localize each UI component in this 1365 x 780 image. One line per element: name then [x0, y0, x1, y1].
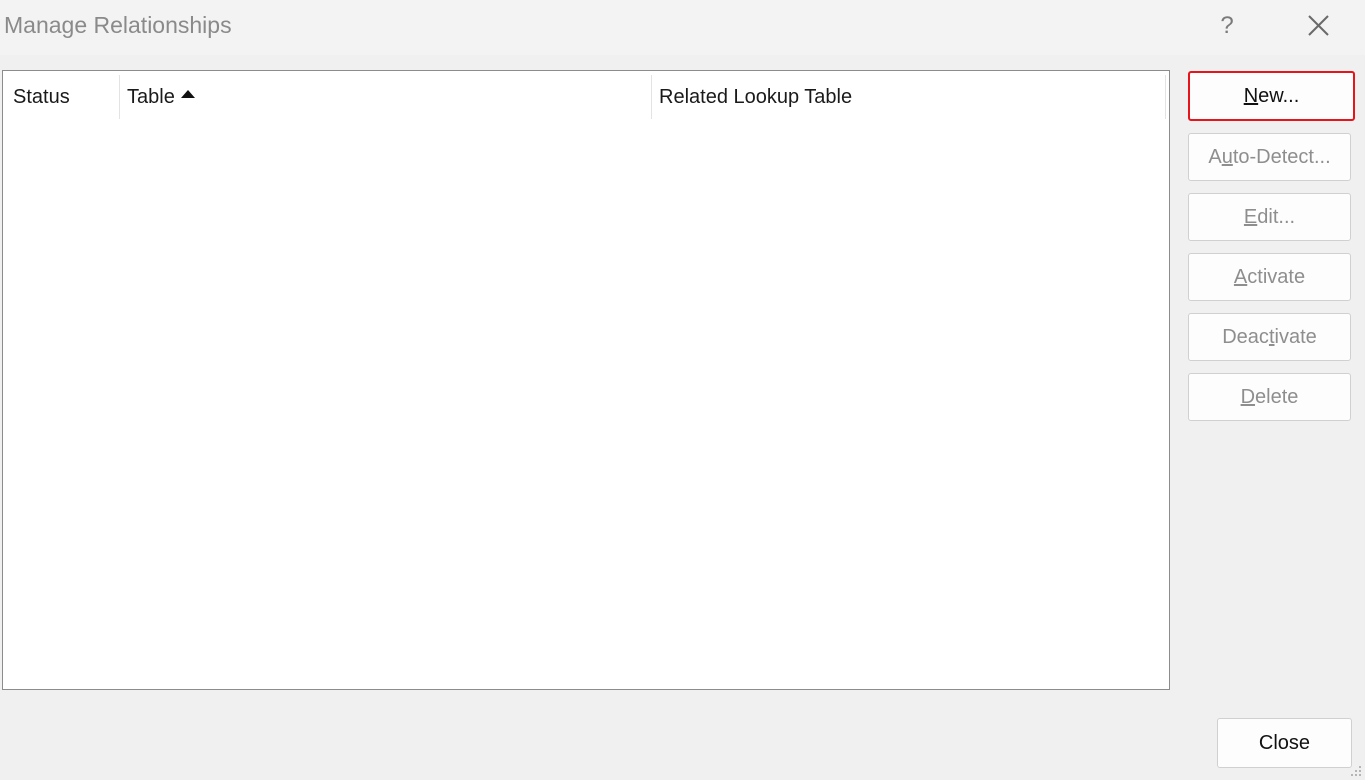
- new-button-mnemonic: N: [1243, 85, 1259, 107]
- manage-relationships-dialog: Manage Relationships ? Status Table Rela…: [0, 0, 1365, 780]
- delete-button-mnemonic: D: [1240, 386, 1256, 408]
- edit-button-mnemonic: E: [1243, 206, 1258, 228]
- auto-detect-button-label-end: to-Detect...: [1232, 146, 1331, 168]
- activate-button[interactable]: Activate: [1188, 253, 1351, 301]
- relationships-list[interactable]: Status Table Related Lookup Table: [2, 70, 1170, 690]
- new-button-label-end: ew...: [1258, 85, 1300, 107]
- edit-button[interactable]: Edit...: [1188, 193, 1351, 241]
- delete-button[interactable]: Delete: [1188, 373, 1351, 421]
- close-icon[interactable]: [1300, 8, 1336, 44]
- column-separator[interactable]: [651, 75, 652, 119]
- column-separator[interactable]: [1165, 75, 1166, 119]
- auto-detect-button-mnemonic: u: [1221, 146, 1233, 168]
- column-header-related-lookup-table[interactable]: Related Lookup Table: [659, 75, 852, 119]
- delete-button-label-end: elete: [1255, 386, 1299, 408]
- edit-button-label-end: dit...: [1257, 206, 1296, 228]
- title-bar: Manage Relationships ?: [0, 0, 1365, 55]
- activate-button-label-end: ctivate: [1247, 266, 1306, 288]
- new-button[interactable]: New...: [1188, 71, 1355, 121]
- resize-grip-icon[interactable]: [1347, 762, 1363, 778]
- sort-ascending-icon: [180, 90, 195, 98]
- deactivate-button[interactable]: Deactivate: [1188, 313, 1351, 361]
- column-header-table-label: Table: [127, 86, 175, 108]
- column-header-status[interactable]: Status: [13, 75, 70, 119]
- deactivate-button-label-start: Deac: [1222, 326, 1269, 348]
- help-button[interactable]: ?: [1210, 8, 1244, 44]
- auto-detect-button-label-start: A: [1208, 146, 1222, 168]
- auto-detect-button[interactable]: Auto-Detect...: [1188, 133, 1351, 181]
- deactivate-button-label-end: ivate: [1274, 326, 1317, 348]
- activate-button-mnemonic: A: [1233, 266, 1248, 288]
- column-separator[interactable]: [119, 75, 120, 119]
- close-button[interactable]: Close: [1217, 718, 1352, 768]
- dialog-title: Manage Relationships: [4, 12, 232, 38]
- column-header-table[interactable]: Table: [127, 75, 195, 119]
